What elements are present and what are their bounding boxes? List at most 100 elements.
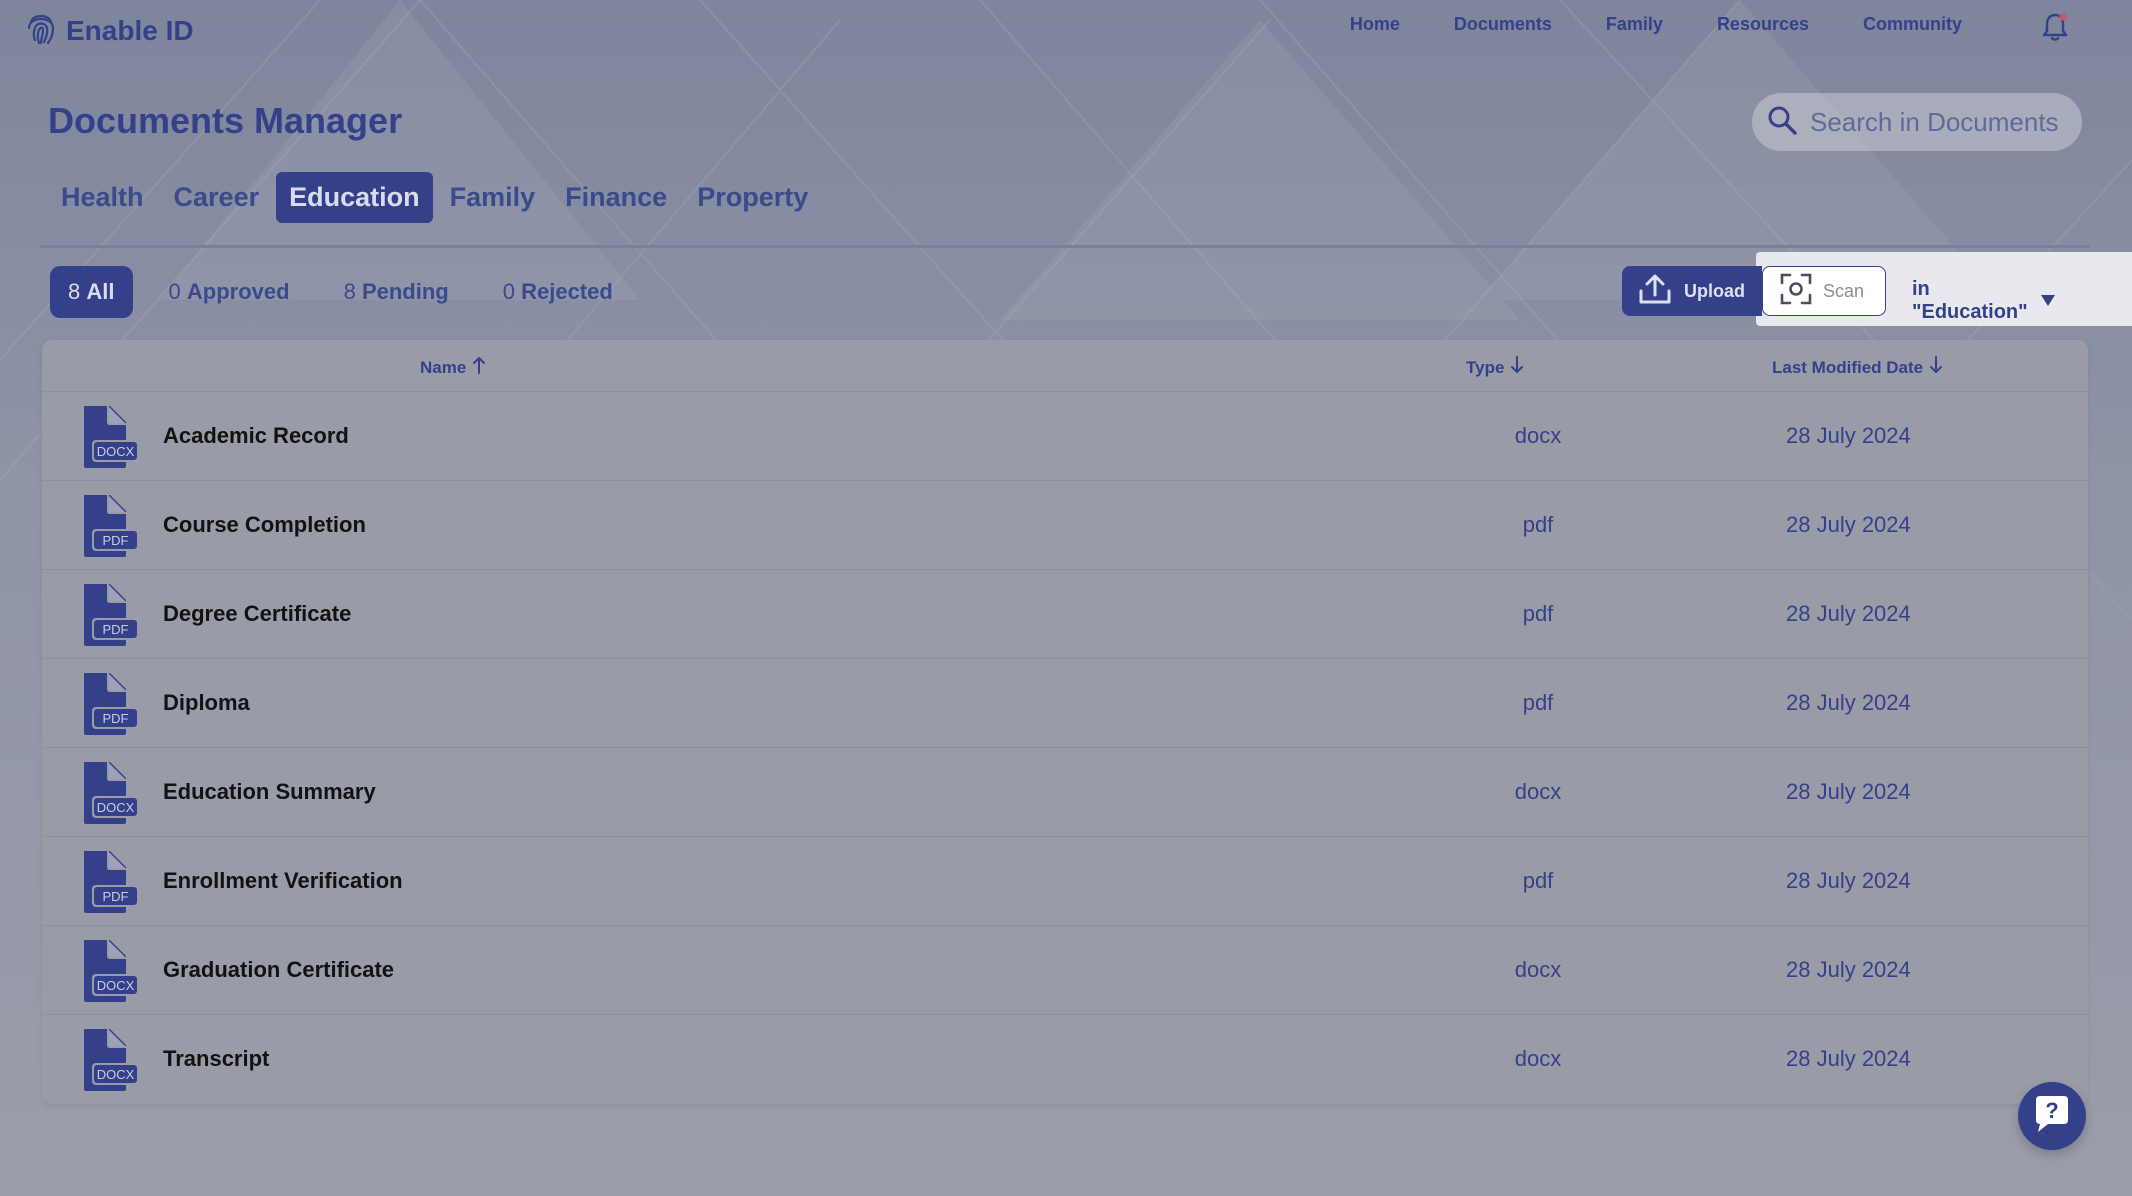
column-type-header: Type: [1466, 357, 1505, 377]
document-name[interactable]: Enrollment Verification: [163, 868, 403, 894]
document-type: docx: [1514, 423, 1562, 448]
filter-count: 0: [502, 279, 515, 304]
arrow-up-icon: [472, 356, 486, 379]
tab-finance[interactable]: Finance: [552, 172, 680, 223]
file-icon: DOCX: [76, 1027, 142, 1098]
sort-by-type[interactable]: Type: [1466, 356, 1524, 379]
main-nav: Home Documents Family Resources Communit…: [1350, 14, 1962, 35]
upload-icon: [1638, 273, 1672, 310]
app-logo[interactable]: Enable ID: [26, 10, 194, 51]
tab-family[interactable]: Family: [437, 172, 549, 223]
bell-icon[interactable]: [2042, 12, 2068, 47]
category-tabs: Health Career Education Family Finance P…: [48, 172, 821, 223]
search-icon: [1766, 104, 1798, 141]
table-row[interactable]: PDF Degree Certificate pdf 28 July 2024: [42, 570, 2088, 659]
document-type: docx: [1514, 779, 1562, 804]
document-date: 28 July 2024: [1786, 690, 1911, 715]
tab-health[interactable]: Health: [48, 172, 157, 223]
arrow-down-icon: [1929, 356, 1943, 379]
scan-button[interactable]: Scan: [1762, 266, 1886, 316]
filter-label: Approved: [186, 279, 290, 304]
table-row[interactable]: DOCX Education Summary docx 28 July 2024: [42, 748, 2088, 837]
tab-education[interactable]: Education: [276, 172, 433, 223]
file-icon: PDF: [76, 671, 142, 742]
filter-rejected[interactable]: 0 Rejected: [485, 266, 631, 318]
document-date: 28 July 2024: [1786, 423, 1911, 448]
table-row[interactable]: PDF Diploma pdf 28 July 2024: [42, 659, 2088, 748]
document-type: pdf: [1522, 868, 1554, 893]
document-name[interactable]: Education Summary: [163, 779, 376, 805]
top-navigation: Enable ID Home Documents Family Resource…: [0, 0, 2132, 56]
tab-career[interactable]: Career: [161, 172, 273, 223]
search-input[interactable]: [1810, 106, 2060, 138]
svg-text:?: ?: [2045, 1098, 2058, 1123]
table-row[interactable]: DOCX Graduation Certificate docx 28 July 20…: [42, 926, 2088, 1015]
scope-label: in "Education": [1912, 278, 2028, 323]
nav-documents[interactable]: Documents: [1454, 14, 1552, 35]
filter-count: 0: [168, 279, 181, 304]
document-name[interactable]: Degree Certificate: [163, 601, 351, 627]
document-type: docx: [1514, 957, 1562, 982]
table-header: Name Type Last Modified Date: [42, 340, 2088, 392]
file-badge: DOCX: [97, 800, 135, 815]
document-name[interactable]: Diploma: [163, 690, 250, 716]
document-type: pdf: [1522, 512, 1554, 537]
filter-count: 8: [343, 279, 356, 304]
tab-property[interactable]: Property: [684, 172, 821, 223]
tabs-divider: [40, 245, 2090, 248]
nav-community[interactable]: Community: [1863, 14, 1962, 35]
document-name[interactable]: Graduation Certificate: [163, 957, 394, 983]
sort-by-name[interactable]: Name: [420, 356, 486, 379]
table-row[interactable]: DOCX Transcript docx 28 July 2024: [42, 1015, 2088, 1104]
file-icon: PDF: [76, 493, 142, 564]
file-icon: DOCX: [76, 404, 142, 475]
document-type: docx: [1514, 1046, 1562, 1071]
document-name[interactable]: Academic Record: [163, 423, 349, 449]
document-date: 28 July 2024: [1786, 779, 1911, 804]
sort-by-date[interactable]: Last Modified Date: [1772, 356, 1943, 379]
document-type: pdf: [1522, 690, 1554, 715]
filter-all[interactable]: 8 All: [50, 266, 133, 318]
file-icon: PDF: [76, 849, 142, 920]
table-row[interactable]: PDF Course Completion pdf 28 July 2024: [42, 481, 2088, 570]
document-date: 28 July 2024: [1786, 1046, 1911, 1071]
table-row[interactable]: PDF Enrollment Verification pdf 28 July 202…: [42, 837, 2088, 926]
caret-down-icon: [2040, 290, 2056, 313]
nav-resources[interactable]: Resources: [1717, 14, 1809, 35]
upload-button[interactable]: Upload: [1622, 266, 1762, 316]
status-filters: 8 All 0 Approved 8 Pending 0 Rejected: [50, 266, 631, 318]
file-icon: DOCX: [76, 938, 142, 1009]
app-title: Enable ID: [66, 14, 194, 46]
file-badge: PDF: [103, 889, 129, 904]
file-badge: PDF: [103, 622, 129, 637]
filter-label: Rejected: [521, 279, 613, 304]
document-date: 28 July 2024: [1786, 868, 1911, 893]
scope-dropdown[interactable]: in "Education": [1912, 278, 2056, 324]
help-icon: ?: [2022, 1084, 2082, 1149]
documents-table: Name Type Last Modified Date DOCX Academi…: [42, 340, 2088, 1104]
filter-approved[interactable]: 0 Approved: [151, 266, 308, 318]
nav-family[interactable]: Family: [1606, 14, 1663, 35]
help-button[interactable]: ?: [2018, 1082, 2086, 1150]
column-date-header: Last Modified Date: [1772, 357, 1924, 377]
document-type: pdf: [1522, 601, 1554, 626]
filter-pending[interactable]: 8 Pending: [326, 266, 467, 318]
filter-label: Pending: [361, 279, 449, 304]
column-name-header: Name: [420, 357, 467, 377]
nav-home[interactable]: Home: [1350, 14, 1400, 35]
fingerprint-icon: [26, 10, 56, 51]
file-badge: PDF: [103, 711, 129, 726]
search-box[interactable]: [1752, 93, 2082, 151]
file-badge: DOCX: [97, 978, 135, 993]
filter-label: All: [86, 279, 115, 304]
file-badge: PDF: [103, 533, 129, 548]
document-name[interactable]: Course Completion: [163, 512, 366, 538]
file-icon: PDF: [76, 582, 142, 653]
table-body: DOCX Academic Record docx 28 July 2024 PDF Co…: [42, 392, 2088, 1104]
document-date: 28 July 2024: [1786, 512, 1911, 537]
arrow-down-icon: [1510, 356, 1524, 379]
document-name[interactable]: Transcript: [163, 1046, 269, 1072]
filter-count: 8: [68, 279, 81, 304]
scan-icon: [1779, 272, 1813, 311]
table-row[interactable]: DOCX Academic Record docx 28 July 2024: [42, 392, 2088, 481]
